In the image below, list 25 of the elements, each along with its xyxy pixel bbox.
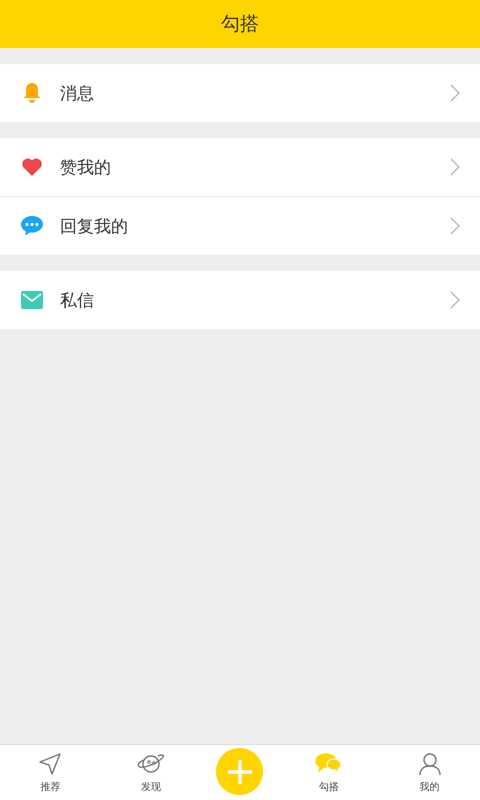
tab-label: 我的: [420, 780, 440, 794]
chevron-icon: [450, 217, 460, 235]
page-title: 勾搭: [221, 12, 259, 37]
plus-icon: [226, 758, 254, 786]
tab[interactable]: 勾搭: [294, 752, 364, 794]
menu-item[interactable]: 私信: [0, 271, 480, 329]
chevron-icon: [450, 158, 460, 176]
tab-label: 推荐: [40, 780, 60, 794]
speech-bubble-icon: [20, 215, 44, 237]
menu-item[interactable]: 消息: [0, 64, 480, 122]
tab[interactable]: 推荐: [15, 752, 86, 794]
heart-icon: [20, 157, 44, 177]
chevron-icon: [450, 291, 460, 309]
tab[interactable]: 发现: [116, 752, 186, 794]
navigation-arrow-icon: [38, 752, 62, 776]
tab[interactable]: 我的: [394, 752, 465, 794]
person-icon: [418, 752, 442, 776]
tab-label: 发现: [140, 780, 161, 794]
chevron-icon: [450, 84, 460, 102]
menu-item[interactable]: 回复我的: [0, 196, 480, 255]
planet-icon: [136, 752, 166, 776]
add-button[interactable]: [216, 748, 264, 795]
tab-label: 勾搭: [319, 780, 340, 794]
menu-item[interactable]: 赞我的: [0, 138, 480, 196]
envelope-icon: [20, 291, 44, 309]
